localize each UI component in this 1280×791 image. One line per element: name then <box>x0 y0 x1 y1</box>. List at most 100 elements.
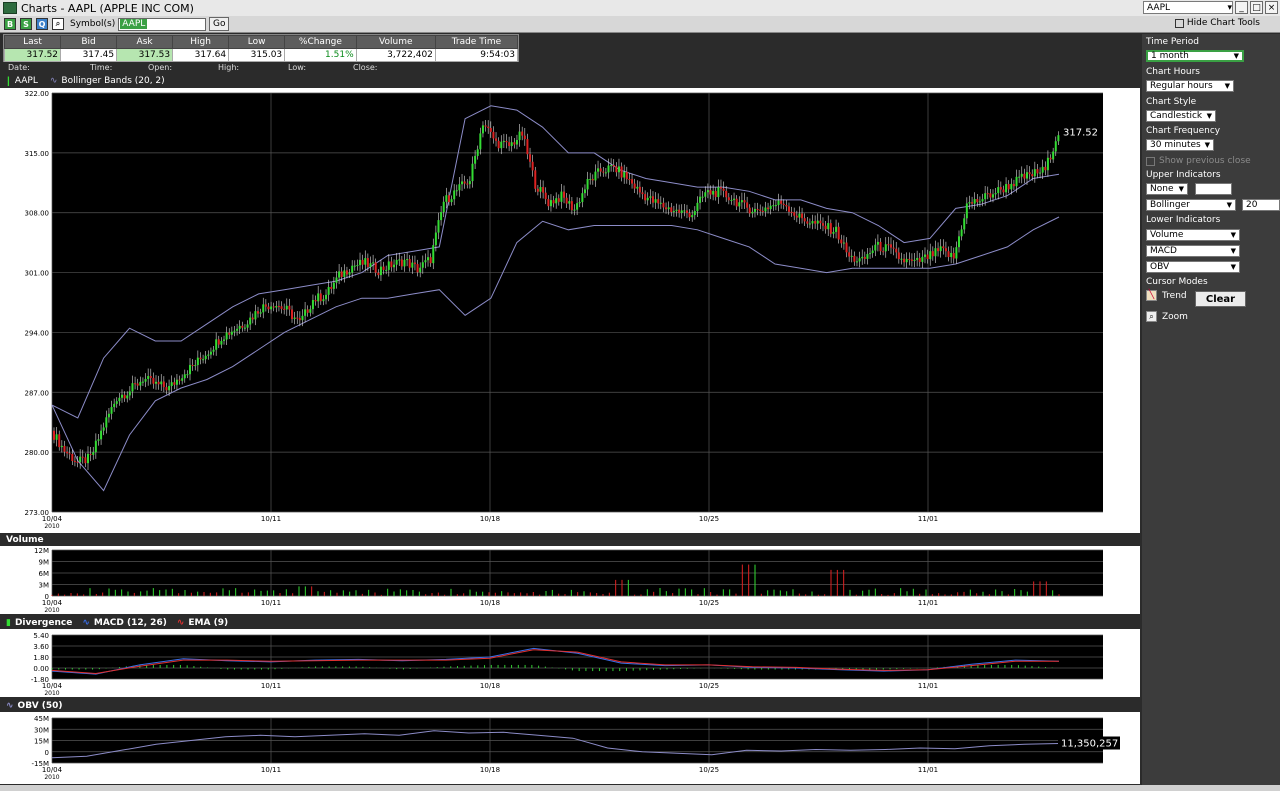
candle-body <box>777 200 780 206</box>
candle-body <box>576 203 579 210</box>
candle-body <box>372 262 375 264</box>
candle-body <box>241 325 244 328</box>
candle-body <box>688 212 691 218</box>
candle-body <box>615 166 618 173</box>
candle-body <box>369 263 372 267</box>
candle-body <box>327 287 330 295</box>
search-icon[interactable]: ⌕ <box>52 18 64 30</box>
candle-body <box>667 207 670 210</box>
macd-chart[interactable]: 5.403.601.800.00-1.8010/04201010/11 10/18… <box>0 629 1140 697</box>
chart-frequency-select[interactable]: 30 minutes ▼ <box>1146 139 1214 151</box>
candle-body <box>102 427 105 431</box>
time-period-select[interactable]: 1 month ▼ <box>1146 50 1244 62</box>
obv-chart[interactable]: 45M30M15M0-15M10/04201010/11 10/18 10/25 11… <box>0 712 1140 784</box>
close-button[interactable]: × <box>1265 1 1278 14</box>
candle-body <box>314 300 317 302</box>
sell-icon[interactable]: S <box>20 18 32 30</box>
ema-title: EMA (9) <box>188 618 229 628</box>
candle-body <box>991 194 994 198</box>
lower-indicator-3-select[interactable]: OBV ▼ <box>1146 261 1240 273</box>
candle-body <box>905 258 908 263</box>
candle-body <box>866 254 869 259</box>
candle-body <box>908 258 911 260</box>
clear-button[interactable]: Clear <box>1195 291 1246 307</box>
candle-body <box>955 247 958 259</box>
candle-body <box>1054 141 1057 152</box>
upper-indicator-1-select[interactable]: None ▼ <box>1146 183 1188 195</box>
candle-body <box>607 165 610 173</box>
quote-icon[interactable]: Q <box>36 18 48 30</box>
candle-body <box>617 166 620 173</box>
candle-body <box>523 135 526 140</box>
main-legend: ┃ AAPL ∿ Bollinger Bands (20, 2) <box>6 76 165 86</box>
symbol-input[interactable]: AAPL <box>118 17 207 31</box>
symbol-quick-select[interactable]: AAPL ▾ <box>1143 1 1233 14</box>
candle-body <box>536 188 539 192</box>
lower-indicator-2-select[interactable]: MACD ▼ <box>1146 245 1240 257</box>
candle-body <box>453 190 456 200</box>
candle-body <box>463 181 466 184</box>
upper-indicator-2-param[interactable]: 20 <box>1242 199 1280 211</box>
last-price-label: 317.52 <box>1063 127 1098 138</box>
chevron-down-icon: ▼ <box>1224 82 1230 90</box>
upper-indicator-2-select[interactable]: Bollinger ▼ <box>1146 199 1236 211</box>
upper-indicator-1-param[interactable] <box>1195 183 1232 195</box>
candle-body <box>738 202 741 207</box>
candle-body <box>597 168 600 172</box>
lower-indicator-1-select[interactable]: Volume ▼ <box>1146 229 1240 241</box>
candle-body <box>411 262 414 268</box>
candle-body <box>332 282 335 289</box>
x-tick-year: 2010 <box>44 523 59 530</box>
candle-body <box>641 192 644 195</box>
candle-body <box>869 253 872 255</box>
price-chart[interactable]: 322.00 315.00 308.00 301.00 294.00 287.00 280.… <box>0 88 1140 533</box>
candle-body <box>795 215 798 218</box>
candle-body <box>186 374 189 376</box>
chart-hours-select[interactable]: Regular hours ▼ <box>1146 80 1234 92</box>
macd-line-icon: ∿ <box>82 618 90 628</box>
candle-body <box>81 456 84 458</box>
candle-body <box>58 434 61 448</box>
divergence-icon: ▮ <box>6 618 11 628</box>
candle-body <box>230 331 233 335</box>
candle-body <box>1007 184 1010 190</box>
candle-body <box>1020 173 1023 177</box>
candle-body <box>495 138 498 141</box>
candle-body <box>701 196 704 198</box>
candle-body <box>675 209 678 212</box>
zoom-mode-button[interactable]: ⌕ Zoom <box>1146 311 1188 322</box>
candle-body <box>793 212 796 216</box>
x-tick-label: 10/18 <box>480 682 500 690</box>
candle-body <box>131 383 134 392</box>
minimize-button[interactable]: _ <box>1235 1 1248 14</box>
volume-chart[interactable]: 12M9M6M3M010/04201010/11 10/18 10/25 11/01 <box>0 546 1140 614</box>
candle-body <box>136 383 139 386</box>
y-tick-label: 308.00 <box>25 210 50 218</box>
candle-body <box>620 166 623 178</box>
hide-chart-tools-toggle[interactable]: Hide Chart Tools <box>1174 18 1260 28</box>
maximize-button[interactable]: □ <box>1250 1 1263 14</box>
candle-body <box>105 417 108 428</box>
candle-body <box>236 328 239 331</box>
candle-body <box>678 209 681 213</box>
chart-style-select[interactable]: Candlestick ▼ <box>1146 110 1216 122</box>
candle-body <box>910 259 913 261</box>
candle-body <box>325 294 328 300</box>
candle-body <box>304 309 307 316</box>
lower-indicators-label: Lower Indicators <box>1146 215 1221 225</box>
candle-body <box>759 209 762 211</box>
candle-body <box>113 403 116 408</box>
candle-body <box>604 172 607 174</box>
candle-body <box>257 311 260 314</box>
candle-body <box>447 195 450 203</box>
candle-body <box>976 199 979 203</box>
buy-icon[interactable]: B <box>4 18 16 30</box>
candle-body <box>1052 151 1055 160</box>
candle-body <box>68 453 71 455</box>
candle-body <box>633 183 636 189</box>
show-previous-close-checkbox[interactable]: Show previous close <box>1146 156 1251 166</box>
candle-body <box>175 379 178 385</box>
trend-mode-button[interactable]: ╲ Trend <box>1146 290 1187 301</box>
candle-body <box>181 378 184 381</box>
go-button[interactable]: Go <box>209 17 230 31</box>
